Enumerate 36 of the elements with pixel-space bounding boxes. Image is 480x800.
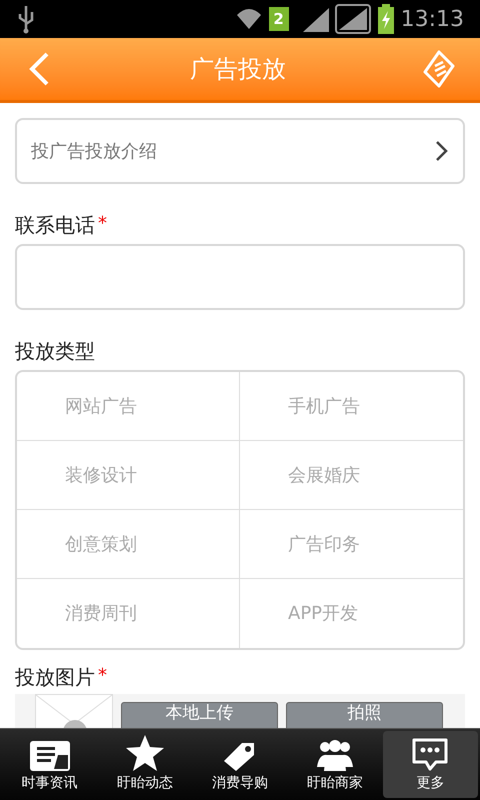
page-title: 广告投放: [189, 54, 287, 85]
intro-link[interactable]: 投广告投放介绍: [15, 118, 465, 184]
signal-icon: [334, 4, 371, 34]
scroll-icon: [423, 50, 455, 88]
tab-item[interactable]: 时事资讯: [2, 731, 98, 798]
tab-item[interactable]: 更多: [382, 731, 478, 798]
people-icon: [315, 737, 356, 773]
phone-input-field[interactable]: [15, 244, 465, 310]
clock: 13:13: [400, 6, 464, 34]
ad-type-option[interactable]: 手机广告: [240, 372, 463, 441]
news-icon: [28, 739, 72, 773]
ad-type-option[interactable]: 会展婚庆: [240, 441, 463, 510]
back-icon: [27, 52, 51, 86]
section-label: 投放图片: [15, 664, 95, 691]
required-mark: *: [98, 212, 107, 236]
signal-icon: [300, 6, 331, 32]
ad-type-option[interactable]: 创意策划: [17, 510, 240, 579]
chat-bubble-icon: [410, 737, 450, 773]
section-label: 投放类型: [15, 338, 95, 365]
ad-type-option[interactable]: 消费周刊: [17, 579, 240, 648]
document-button[interactable]: [422, 49, 456, 89]
tab-item[interactable]: 盱眙动态: [97, 731, 192, 798]
chevron-right-icon: [435, 140, 449, 162]
battery-icon: [376, 4, 395, 34]
ad-type-option[interactable]: 网站广告: [17, 372, 240, 441]
required-mark: *: [98, 664, 107, 688]
ad-type-option[interactable]: 装修设计: [17, 441, 240, 510]
tab-item[interactable]: 盱眙商家: [288, 731, 383, 798]
sim-badge: 2: [268, 7, 289, 31]
ad-type-option[interactable]: APP开发: [240, 579, 463, 648]
tab-item[interactable]: 消费导购: [192, 731, 288, 798]
section-label: 联系电话: [15, 212, 95, 239]
usb-icon: [16, 4, 36, 34]
upload-button[interactable]: 本地上传: [121, 702, 278, 728]
ad-type-option[interactable]: 广告印务: [240, 510, 463, 579]
upload-button[interactable]: 拍照: [286, 702, 443, 728]
